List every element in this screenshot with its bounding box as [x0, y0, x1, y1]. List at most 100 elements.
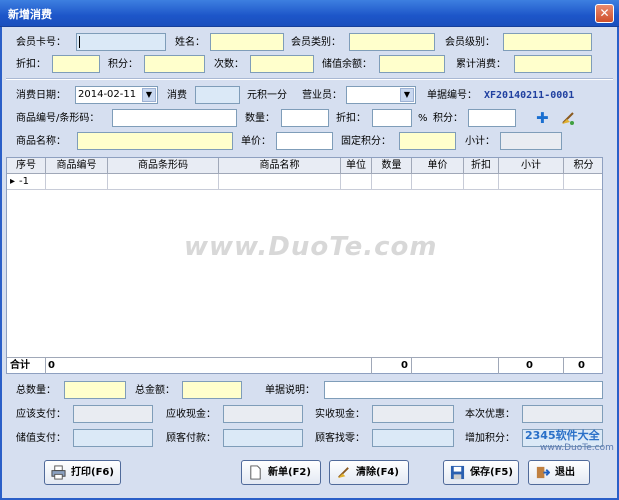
table-footer: 合计 0 0 0 0	[7, 357, 602, 374]
brand-site: www.DuoTe.com	[540, 443, 614, 453]
total-amount-label: 总金额：	[135, 385, 175, 396]
customer-paid-label: 顾客付款：	[166, 433, 216, 444]
total-count-label: 总数量：	[16, 385, 56, 396]
stored-pay-field[interactable]	[73, 429, 153, 447]
clerk-select[interactable]: ▼	[346, 86, 416, 104]
new-bill-button[interactable]: 新单(F2)	[241, 460, 321, 485]
table-header: 序号 商品编号 商品条形码 商品名称 单位 数量 单价 折扣 小计 积分	[7, 158, 602, 174]
chevron-down-icon[interactable]: ▼	[400, 88, 414, 102]
member-name-field[interactable]	[210, 33, 284, 51]
total-amount-field[interactable]	[182, 381, 242, 399]
total-consumption-field[interactable]	[514, 55, 592, 73]
change-field[interactable]	[372, 429, 454, 447]
member-level-label: 会员级别：	[445, 37, 495, 48]
item-points-label: 积分：	[433, 113, 463, 124]
column-header[interactable]: 积分	[564, 158, 603, 174]
total-count-field[interactable]	[64, 381, 126, 399]
close-button[interactable]: ✕	[595, 4, 614, 23]
price-input[interactable]	[276, 132, 333, 150]
table-cell[interactable]	[108, 174, 219, 190]
stored-pay-label: 储值支付：	[16, 433, 66, 444]
card-number-input[interactable]	[76, 33, 166, 51]
table-cell[interactable]	[499, 174, 564, 190]
save-button[interactable]: 保存(F5)	[443, 460, 519, 485]
product-name-field[interactable]	[77, 132, 233, 150]
customer-paid-field[interactable]	[223, 429, 303, 447]
stored-balance-field[interactable]	[379, 55, 445, 73]
points-label: 积分：	[108, 59, 138, 70]
items-table[interactable]: 序号 商品编号 商品条形码 商品名称 单位 数量 单价 折扣 小计 积分 ▸ -1…	[6, 157, 603, 374]
percent-sign: %	[418, 113, 428, 124]
product-name-label: 商品名称：	[16, 136, 66, 147]
table-cell[interactable]	[219, 174, 341, 190]
date-label: 消费日期：	[16, 90, 66, 101]
column-header[interactable]: 单位	[341, 158, 372, 174]
column-header[interactable]: 商品名称	[219, 158, 341, 174]
window-title: 新增消费	[8, 8, 52, 21]
consume-amount-field[interactable]	[195, 86, 240, 104]
table-row[interactable]: ▸ -1	[7, 174, 602, 190]
print-button[interactable]: 打印(F6)	[44, 460, 121, 485]
table-cell[interactable]	[564, 174, 603, 190]
footer-cell	[412, 358, 499, 374]
new-document-icon	[250, 465, 261, 480]
table-cell[interactable]	[464, 174, 499, 190]
chevron-down-icon[interactable]: ▼	[142, 88, 156, 102]
exit-button[interactable]: 退出	[528, 460, 590, 485]
name-label: 姓名：	[175, 37, 205, 48]
item-points-input[interactable]	[468, 109, 516, 127]
broom-icon[interactable]	[560, 110, 576, 126]
member-points-field[interactable]	[144, 55, 205, 73]
exit-icon	[536, 466, 550, 479]
table-cell[interactable]	[341, 174, 372, 190]
consume-label: 消费	[167, 90, 187, 101]
save-label: 保存(F5)	[470, 467, 513, 478]
add-points-label: 增加积分：	[465, 433, 515, 444]
footer-total-label: 合计	[7, 358, 46, 374]
subtotal-label: 小计：	[465, 136, 495, 147]
column-header[interactable]: 小计	[499, 158, 564, 174]
fixed-points-field[interactable]	[399, 132, 456, 150]
column-header[interactable]: 数量	[372, 158, 412, 174]
member-type-field[interactable]	[349, 33, 435, 51]
add-item-icon[interactable]: ✚	[536, 111, 549, 126]
row-pointer-icon: ▸	[10, 176, 16, 187]
table-cell[interactable]	[46, 174, 108, 190]
cash-due-field[interactable]	[223, 405, 303, 423]
note-label: 单据说明：	[265, 385, 315, 396]
clear-button[interactable]: 清除(F4)	[329, 460, 409, 485]
divider	[6, 78, 613, 80]
site-watermark: www.DuoTe.com	[184, 232, 438, 262]
broom-icon	[337, 467, 349, 479]
print-label: 打印(F6)	[71, 467, 114, 478]
product-code-input[interactable]	[112, 109, 237, 127]
table-cell[interactable]	[412, 174, 464, 190]
column-header[interactable]: 单价	[412, 158, 464, 174]
discount-amount-field[interactable]	[522, 405, 603, 423]
row-number-cell: ▸ -1	[7, 174, 46, 190]
member-discount-field[interactable]	[52, 55, 100, 73]
cash-received-field[interactable]	[372, 405, 454, 423]
exit-label: 退出	[555, 467, 575, 478]
column-header[interactable]: 序号	[7, 158, 46, 174]
quantity-label: 数量：	[245, 113, 275, 124]
printer-icon	[51, 465, 66, 480]
bill-note-input[interactable]	[324, 381, 603, 399]
item-discount-input[interactable]	[372, 109, 412, 127]
date-picker[interactable]: 2014-02-11 ▼	[75, 86, 158, 104]
date-value: 2014-02-11	[78, 89, 137, 100]
quantity-input[interactable]	[281, 109, 329, 127]
member-type-label: 会员类别：	[291, 37, 341, 48]
column-header[interactable]: 商品编号	[46, 158, 108, 174]
amount-due-field[interactable]	[73, 405, 153, 423]
member-level-field[interactable]	[503, 33, 592, 51]
price-label: 单价：	[241, 136, 271, 147]
column-header[interactable]: 商品条形码	[108, 158, 219, 174]
table-cell[interactable]	[372, 174, 412, 190]
bill-number-label: 单据编号：	[427, 90, 477, 101]
member-times-field[interactable]	[250, 55, 314, 73]
total-consumption-label: 累计消费：	[456, 59, 506, 70]
card-label: 会员卡号：	[16, 37, 66, 48]
column-header[interactable]: 折扣	[464, 158, 499, 174]
subtotal-field[interactable]	[500, 132, 562, 150]
